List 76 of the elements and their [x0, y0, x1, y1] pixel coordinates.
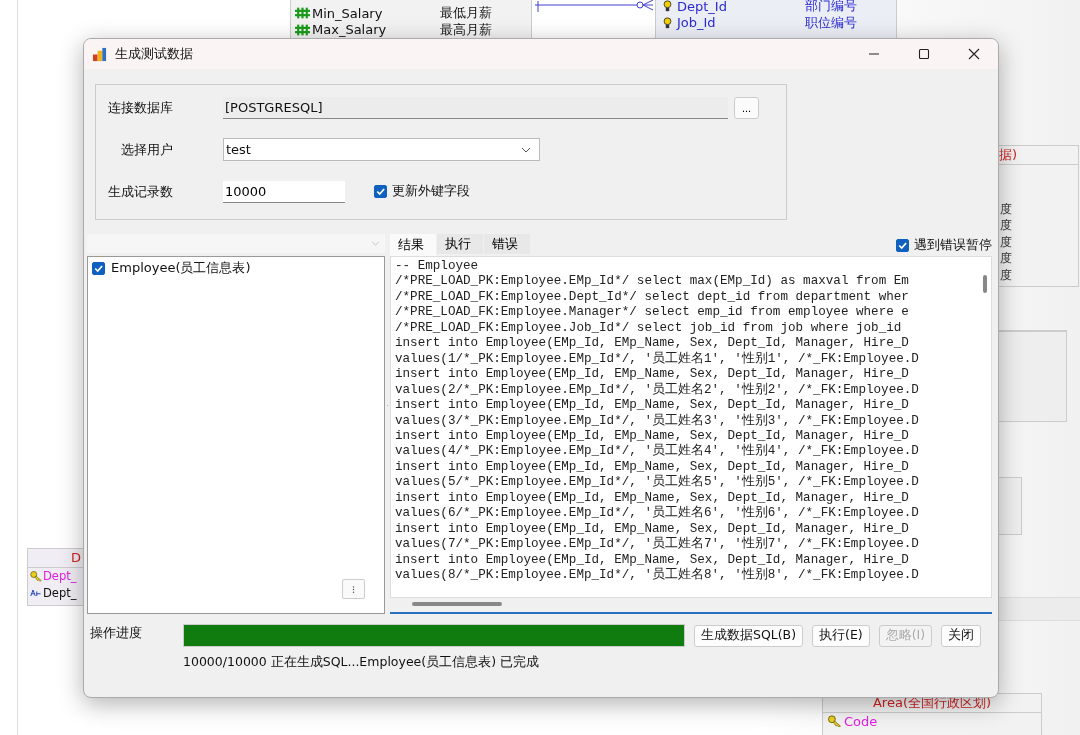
column-icon: [295, 7, 310, 20]
table-list-item[interactable]: Employee(员工信息表): [88, 257, 384, 279]
connection-field[interactable]: [POSTGRESQL]: [223, 96, 728, 119]
code-line: /*PRE_LOAD_PK:Employee.EMp_Id*/ select max(EMp_Id) as maxval from Em: [395, 274, 910, 290]
status-text: 10000/10000 正在生成SQL...Employee(员工信息表) 已完成: [183, 654, 540, 671]
dots-icon: [352, 584, 355, 594]
action-button[interactable]: 关闭: [941, 624, 982, 647]
column-name: Dept_: [43, 569, 77, 584]
code-line: values(7/*_PK:Employee.EMp_Id*/, '员工姓名7', '性别7', /*_FK:Employee.D: [395, 537, 920, 553]
code-line: /*PRE_LOAD_FK:Employee.Manager*/ select emp_id from employee where e: [395, 305, 910, 321]
code-line: insert into Employee(EMp_Id, EMp_Name, Sex, Dept_Id, Manager, Hire_D: [395, 490, 910, 505]
action-button[interactable]: 生成数据SQL(B): [694, 624, 804, 647]
action-button[interactable]: 执行(E): [812, 624, 870, 647]
window-title: 生成测试数据: [115, 45, 193, 63]
close-icon[interactable]: [968, 48, 980, 60]
column-name: 度: [1000, 200, 1012, 218]
checkmark-icon: [897, 239, 908, 251]
maximize-icon[interactable]: [918, 48, 930, 60]
browse-button[interactable]: ...: [734, 96, 759, 119]
code-line: /*PRE_LOAD_FK:Employee.Job_Id*/ select job_id from job where job_id: [395, 320, 903, 337]
code-line: values(3/*_PK:Employee.EMp_Id*/, '员工姓名3', '性别3', /*_FK:Employee.D: [395, 413, 920, 429]
code-line: values(1/*_PK:Employee.EMp_Id*/, '员工姓名1', '性别1', /*_FK:Employee.D: [395, 351, 920, 368]
key-icon: [827, 715, 842, 728]
code-line: values(6/*_PK:Employee.EMp_Id*/, '员工姓名6', '性别6', /*_FK:Employee.D: [395, 506, 920, 522]
column-comment: 最高月薪: [440, 20, 492, 39]
checkmark-icon: [93, 262, 104, 274]
column-comment: 部门编号: [805, 0, 857, 16]
progress-label: 操作进度: [90, 624, 143, 642]
scrollbar-thumb[interactable]: [983, 275, 987, 293]
column-name: 度: [1000, 217, 1012, 235]
tab[interactable]: 结果: [390, 234, 436, 256]
app-icon: [92, 46, 107, 62]
column-comment: 职位编号: [805, 13, 857, 32]
field-label: 生成记录数: [108, 182, 174, 201]
code-line: insert into Employee(EMp_Id, EMp_Name, Sex, Dept_Id, Manager, Hire_D: [395, 398, 910, 413]
user-dropdown[interactable]: test: [223, 138, 540, 161]
table-title: D: [71, 550, 81, 565]
bulb-icon: [660, 16, 675, 29]
code-line: insert into Employee(EMp_Id, EMp_Name, Sex, Dept_Id, Manager, Hire_D: [395, 336, 910, 351]
code-line: insert into Employee(EMp_Id, EMp_Name, Sex, Dept_Id, Manager, Hire_D: [395, 552, 910, 567]
code-line: values(2/*_PK:Employee.EMp_Id*/, '员工姓名2', '性别2', /*_FK:Employee.D: [395, 382, 920, 399]
field-label: 选择用户: [120, 140, 174, 159]
update-fk-checkbox[interactable]: 更新外键字段: [374, 183, 470, 200]
column-icon: [295, 23, 310, 36]
table-title: 据): [999, 147, 1018, 162]
column-name: Job_Id: [677, 15, 717, 31]
stop-on-error-checkbox[interactable]: 遇到错误暂停: [896, 236, 992, 254]
code-line: insert into Employee(EMp_Id, EMp_Name, Sex, Dept_Id, Manager, Hire_D: [395, 521, 910, 536]
code-line: values(8/*_PK:Employee.EMp_Id*/, '员工姓名8', '性别8', /*_FK:Employee.D: [395, 568, 920, 584]
checkmark-icon: [375, 186, 386, 197]
column-name: 度: [1000, 266, 1012, 284]
tab[interactable]: 错误: [484, 234, 530, 254]
code-line: -- Employee: [395, 259, 480, 275]
more-button[interactable]: [342, 579, 365, 599]
field-label: 连接数据库: [108, 98, 174, 117]
code-line: /*PRE_LOAD_FK:Employee.Dept_Id*/ select dept_id from department wher: [395, 289, 910, 306]
chevron-down-icon: [371, 241, 380, 246]
column-name: Code: [844, 713, 878, 729]
column-name: Dept_Id: [677, 0, 728, 14]
column-name: Min_Salary: [312, 5, 384, 21]
column-name: Max_Salary: [312, 22, 388, 38]
column-name: 度: [1000, 233, 1012, 251]
column-name: Dept_: [43, 585, 77, 600]
key-icon: [30, 570, 42, 583]
code-line: insert into Employee(EMp_Id, EMp_Name, Sex, Dept_Id, Manager, Hire_D: [395, 459, 910, 474]
code-line: values(5/*_PK:Employee.EMp_Id*/, '员工姓名5', '性别5', /*_FK:Employee.D: [395, 475, 920, 491]
record-count-field[interactable]: 10000: [223, 180, 345, 203]
code-line: values(4/*_PK:Employee.EMp_Id*/, '员工姓名4', '性别4', /*_FK:Employee.D: [395, 444, 920, 460]
chevron-down-icon: [521, 146, 531, 153]
bulb-icon: [660, 0, 675, 13]
code-line: insert into Employee(EMp_Id, EMp_Name, Sex, Dept_Id, Manager, Hire_D: [395, 367, 910, 382]
column-name: 度: [1000, 250, 1012, 268]
code-line: insert into Employee(EMp_Id, EMp_Name, Sex, Dept_Id, Manager, Hire_D: [395, 429, 910, 443]
tab[interactable]: 执行: [437, 234, 483, 254]
column-comment: 最低月薪: [440, 4, 492, 23]
scrollbar-thumb[interactable]: [412, 602, 502, 606]
